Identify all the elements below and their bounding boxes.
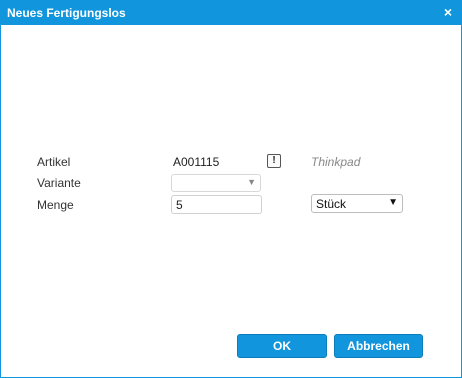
artikel-label: Artikel (37, 155, 71, 169)
variante-select[interactable]: ▼ (171, 174, 261, 192)
chevron-down-icon: ▼ (247, 177, 256, 187)
cancel-button[interactable]: Abbrechen (334, 334, 423, 358)
unit-select-value: Stück (316, 197, 347, 211)
unit-select[interactable]: Stück ▼ (311, 194, 403, 213)
dialog-title: Neues Fertigungslos (7, 6, 126, 20)
menge-input[interactable]: 5 (171, 195, 262, 214)
ok-button[interactable]: OK (237, 334, 327, 358)
menge-label: Menge (37, 198, 74, 212)
exclamation-icon[interactable]: ! (267, 154, 281, 168)
close-icon[interactable]: × (441, 3, 455, 21)
variante-label: Variante (37, 176, 81, 190)
chevron-down-icon: ▼ (388, 197, 398, 208)
dialog-titlebar[interactable]: Neues Fertigungslos × (1, 1, 461, 25)
artikel-value: A001115 (173, 155, 220, 169)
new-production-lot-dialog: Neues Fertigungslos × Artikel A001115 ! … (0, 0, 462, 378)
artikel-name: Thinkpad (311, 155, 361, 169)
